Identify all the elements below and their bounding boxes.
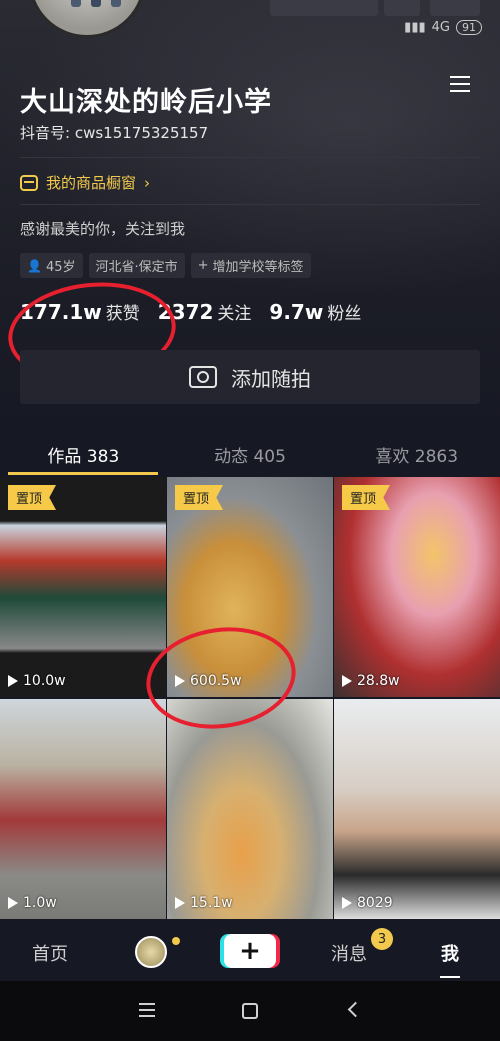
video-thumbnail[interactable]: 8029 bbox=[334, 699, 500, 919]
following-label: 关注 bbox=[217, 304, 252, 324]
video-play-count: 8029 bbox=[342, 895, 393, 911]
douyin-id: 抖音号: cws15175325157 bbox=[20, 124, 209, 142]
location-tag: 河北省·保定市 bbox=[88, 253, 185, 278]
play-icon bbox=[342, 675, 352, 687]
video-play-count: 10.0w bbox=[8, 673, 66, 689]
pinned-badge: 置顶 bbox=[175, 485, 224, 510]
play-icon bbox=[8, 675, 18, 687]
video-thumbnail[interactable]: 置顶 10.0w bbox=[0, 477, 166, 697]
network-type: 4G bbox=[431, 20, 450, 35]
play-count-label: 8029 bbox=[357, 895, 393, 911]
pinned-badge: 置顶 bbox=[8, 485, 57, 510]
avatar-figure bbox=[91, 0, 101, 7]
profile-tabs: 作品 383 动态 405 喜欢 2863 bbox=[0, 432, 500, 476]
chevron-right-icon: › bbox=[144, 173, 151, 192]
fans-label: 粉丝 bbox=[327, 304, 362, 324]
nav-me[interactable]: 我 bbox=[441, 940, 459, 966]
nav-messages[interactable]: 消息 bbox=[331, 940, 367, 966]
play-icon bbox=[175, 897, 185, 909]
edit-profile-button[interactable] bbox=[270, 0, 378, 16]
tab-moments[interactable]: 动态 405 bbox=[167, 432, 334, 476]
user-icon: 👤 bbox=[27, 258, 42, 273]
favorites-button[interactable] bbox=[384, 0, 420, 16]
play-icon bbox=[8, 897, 18, 909]
add-tag-button[interactable]: + 增加学校等标签 bbox=[190, 253, 311, 278]
age-tag: 👤 45岁 bbox=[20, 253, 83, 278]
profile-name: 大山深处的岭后小学 bbox=[20, 87, 272, 118]
battery-level: 91 bbox=[456, 20, 482, 35]
signal-icon: ▮▮▮ bbox=[404, 20, 426, 35]
tab-works[interactable]: 作品 383 bbox=[0, 432, 167, 476]
add-moment-button[interactable]: 添加随拍 bbox=[20, 350, 480, 404]
play-count-label: 15.1w bbox=[190, 895, 233, 911]
add-tag-label: 增加学校等标签 bbox=[212, 260, 304, 275]
messages-badge: 3 bbox=[371, 928, 393, 950]
play-icon bbox=[342, 897, 352, 909]
pinned-badge: 置顶 bbox=[342, 485, 391, 510]
tab-likes[interactable]: 喜欢 2863 bbox=[333, 432, 500, 476]
play-count-label: 28.8w bbox=[357, 673, 400, 689]
camera-icon bbox=[189, 366, 217, 388]
avatar-figure bbox=[111, 0, 121, 7]
recent-apps-icon[interactable] bbox=[139, 1003, 155, 1017]
profile-tags: 👤 45岁 河北省·保定市 + 增加学校等标签 bbox=[20, 253, 311, 278]
fans-count: 9.7w bbox=[269, 300, 324, 324]
active-tab-indicator bbox=[8, 472, 158, 475]
add-moment-label: 添加随拍 bbox=[231, 366, 311, 391]
play-count-label: 1.0w bbox=[23, 895, 57, 911]
plus-icon: + bbox=[197, 258, 209, 273]
hamburger-menu-icon[interactable] bbox=[450, 76, 470, 92]
divider bbox=[20, 157, 480, 158]
video-thumbnail[interactable]: 1.0w bbox=[0, 699, 166, 919]
shop-icon bbox=[20, 174, 38, 191]
avatar-figure bbox=[71, 0, 81, 7]
divider bbox=[20, 204, 480, 205]
product-showcase-link[interactable]: 我的商品橱窗 › bbox=[20, 172, 150, 193]
video-thumbnail[interactable]: 置顶 28.8w bbox=[334, 477, 500, 697]
active-nav-indicator bbox=[440, 976, 460, 978]
home-icon[interactable] bbox=[242, 1003, 258, 1019]
nav-home[interactable]: 首页 bbox=[32, 940, 68, 966]
add-friend-button[interactable] bbox=[430, 0, 480, 16]
nav-friend-avatar[interactable] bbox=[135, 936, 167, 968]
create-video-button[interactable]: + bbox=[224, 934, 276, 968]
video-play-count: 15.1w bbox=[175, 895, 233, 911]
notification-dot bbox=[172, 937, 180, 945]
status-bar: ▮▮▮ 4G 91 bbox=[404, 20, 482, 35]
profile-bio: 感谢最美的你，关注到我 bbox=[20, 220, 186, 238]
play-count-label: 10.0w bbox=[23, 673, 66, 689]
video-thumbnail[interactable]: 15.1w bbox=[167, 699, 333, 919]
video-play-count: 28.8w bbox=[342, 673, 400, 689]
video-play-count: 1.0w bbox=[8, 895, 57, 911]
product-showcase-label: 我的商品橱窗 bbox=[46, 174, 137, 192]
fans-stat[interactable]: 9.7w 粉丝 bbox=[269, 299, 361, 324]
age-tag-label: 45岁 bbox=[45, 260, 76, 275]
location-tag-label: 河北省·保定市 bbox=[95, 260, 178, 275]
